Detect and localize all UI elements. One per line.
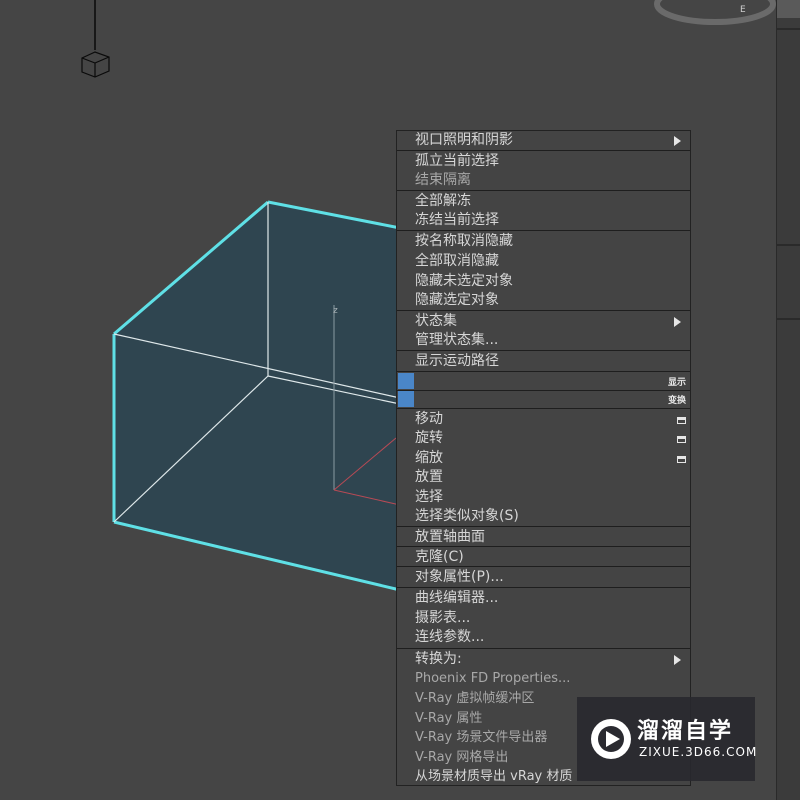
watermark-url: ZIXUE.3D66.COM [639,745,758,759]
menu-item-wire-parameters[interactable]: 连线参数... [415,628,484,647]
menu-item-dope-sheet[interactable]: 摄影表... [415,609,470,628]
command-panel[interactable] [776,0,800,800]
menu-item-convert-to[interactable]: 转换为: [415,650,462,669]
watermark-title: 溜溜自学 [637,719,734,744]
menu-separator [397,587,690,588]
menu-item-freeze-selection[interactable]: 冻结当前选择 [415,211,499,230]
menu-separator [397,390,690,391]
viewcube-icon[interactable]: E [654,0,776,25]
menu-item-manage-state-sets[interactable]: 管理状态集... [415,331,498,350]
menu-separator [397,310,690,311]
menu-item-unhide-by-name[interactable]: 按名称取消隐藏 [415,232,513,251]
menu-item-vray-scene-exporter[interactable]: V-Ray 场景文件导出器 [415,728,547,747]
submenu-arrow-icon [674,136,681,146]
menu-separator [397,648,690,649]
quad-transform-label: 变换 [667,396,686,406]
menu-separator [397,408,690,409]
menu-item-hide-selection[interactable]: 隐藏选定对象 [415,291,499,310]
menu-item-vray-frame-buffer[interactable]: V-Ray 虚拟帧缓冲区 [415,689,534,708]
quad-menu: 显示 变换 视口照明和阴影 孤立当前选择 结束隔离 全部解冻 冻结当前选择 按名… [396,130,691,786]
svg-text:E: E [740,5,746,15]
scale-options-icon[interactable] [677,456,686,463]
watermark: 溜溜自学 ZIXUE.3D66.COM [577,697,758,781]
menu-item-scale[interactable]: 缩放 [415,449,443,468]
submenu-arrow-icon [674,317,681,327]
quad-display-label: 显示 [667,378,686,388]
panel-divider [777,244,800,246]
quad-display-indicator [398,373,414,389]
rotate-options-icon[interactable] [677,436,686,443]
menu-item-viewport-lighting-shadows[interactable]: 视口照明和阴影 [415,131,513,150]
menu-item-export-vray-materials[interactable]: 从场景材质导出 vRay 材质 [415,767,572,786]
menu-item-isolate-selection[interactable]: 孤立当前选择 [415,152,499,171]
menu-item-place-pivot-surface[interactable]: 放置轴曲面 [415,528,485,547]
menu-item-move[interactable]: 移动 [415,410,443,429]
menu-item-end-isolate[interactable]: 结束隔离 [415,171,471,190]
menu-item-phoenix-fd-properties[interactable]: Phoenix FD Properties... [415,669,570,688]
menu-item-vray-properties[interactable]: V-Ray 属性 [415,709,482,728]
quad-transform-indicator [398,391,414,407]
menu-item-curve-editor[interactable]: 曲线编辑器... [415,589,498,608]
menu-separator [397,350,690,351]
move-options-icon[interactable] [677,417,686,424]
menu-item-rotate[interactable]: 旋转 [415,429,443,448]
menu-separator [397,371,690,372]
menu-item-unfreeze-all[interactable]: 全部解冻 [415,192,471,211]
menu-item-hide-unselected[interactable]: 隐藏未选定对象 [415,272,513,291]
menu-separator [397,150,690,151]
menu-separator [397,526,690,527]
menu-item-clone[interactable]: 克隆(C) [415,548,464,567]
submenu-arrow-icon [674,655,681,665]
axis-z-label: z [333,306,338,316]
panel-divider [777,318,800,320]
panel-tab[interactable] [777,0,800,18]
menu-separator [397,230,690,231]
menu-item-unhide-all[interactable]: 全部取消隐藏 [415,252,499,271]
menu-item-place[interactable]: 放置 [415,468,443,487]
menu-item-vray-mesh-export[interactable]: V-Ray 网格导出 [415,748,508,767]
light-helper-icon[interactable] [81,51,110,78]
menu-separator [397,190,690,191]
menu-item-select[interactable]: 选择 [415,488,443,507]
panel-divider [777,28,800,30]
menu-item-object-properties[interactable]: 对象属性(P)... [415,568,504,587]
watermark-logo-icon [591,719,631,759]
selected-box[interactable] [112,200,401,592]
menu-item-show-motion-paths[interactable]: 显示运动路径 [415,352,499,371]
menu-item-state-sets[interactable]: 状态集 [415,312,457,331]
menu-item-select-similar[interactable]: 选择类似对象(S) [415,507,519,526]
